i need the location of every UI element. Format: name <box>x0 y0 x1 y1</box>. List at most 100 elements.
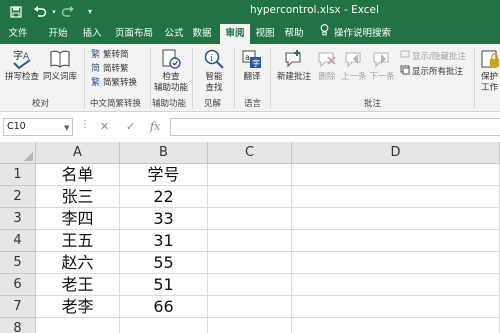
translate-icon: a字 <box>241 48 263 70</box>
svg-text:字: 字 <box>252 58 260 68</box>
cell-b5[interactable]: 55 <box>120 252 208 274</box>
group-label-language: 语言 <box>244 99 262 109</box>
tab-view[interactable]: 视图 <box>252 24 278 44</box>
tab-data[interactable]: 数据 <box>188 24 216 44</box>
tab-home[interactable]: 开始 <box>44 24 72 44</box>
row-header[interactable]: 8 <box>0 318 36 333</box>
row-header[interactable]: 5 <box>0 252 36 274</box>
cell-d8[interactable] <box>292 318 500 333</box>
insert-function-icon[interactable]: fx <box>150 120 160 133</box>
svg-text:a: a <box>245 53 250 62</box>
tab-page-layout[interactable]: 页面布局 <box>110 24 158 44</box>
tab-file[interactable]: 文件 <box>4 24 32 44</box>
cell-d7[interactable] <box>292 296 500 318</box>
row-header[interactable]: 4 <box>0 230 36 252</box>
row-header[interactable]: 1 <box>0 164 36 186</box>
tell-me-label: 操作说明搜索 <box>334 28 392 39</box>
column-header-a[interactable]: A <box>36 142 120 164</box>
new-comment-button[interactable]: 新建批注 <box>274 48 314 94</box>
show-hide-comment-icon <box>400 50 410 60</box>
column-header-b[interactable]: B <box>120 142 208 164</box>
column-header-c[interactable]: C <box>208 142 292 164</box>
tab-formulas[interactable]: 公式 <box>160 24 188 44</box>
cell-c3[interactable] <box>208 208 292 230</box>
name-box-dropdown-icon[interactable]: ▼ <box>64 124 69 132</box>
cell-b2[interactable]: 22 <box>120 186 208 208</box>
group-divider <box>270 48 271 108</box>
cell-d3[interactable] <box>292 208 500 230</box>
cell-a3[interactable]: 李四 <box>36 208 120 230</box>
cell-d6[interactable] <box>292 274 500 296</box>
column-header-d[interactable]: D <box>292 142 500 164</box>
cell-a7[interactable]: 老李 <box>36 296 120 318</box>
select-all-button[interactable] <box>0 142 36 164</box>
cell-b8[interactable] <box>120 318 208 333</box>
delete-comment-icon <box>316 48 338 70</box>
show-hide-comment-button: 显示/隐藏批注 <box>400 50 466 62</box>
row-header[interactable]: 2 <box>0 186 36 208</box>
cell-a1[interactable]: 名单 <box>36 164 120 186</box>
show-all-comments-button[interactable]: 显示所有批注 <box>400 65 463 77</box>
previous-comment-button: 上一条 <box>340 48 368 94</box>
accessibility-check-icon <box>160 48 182 70</box>
cell-a8[interactable] <box>36 318 120 333</box>
row-header[interactable]: 6 <box>0 274 36 296</box>
to-simplified-button[interactable]: 繁繁转简 <box>91 48 129 60</box>
customize-qat-icon[interactable]: ▾ <box>82 4 98 20</box>
row-header[interactable]: 3 <box>0 208 36 230</box>
window-title: hypercontrol.xlsx - Excel <box>250 4 379 16</box>
cell-b4[interactable]: 31 <box>120 230 208 252</box>
cell-c7[interactable] <box>208 296 292 318</box>
check-accessibility-button[interactable]: 检查 辅助功能 <box>152 48 190 94</box>
convert-button[interactable]: 繁简繁转换 <box>91 76 137 88</box>
tell-me-search[interactable]: 操作说明搜索 <box>318 24 391 44</box>
formula-input[interactable] <box>170 118 500 136</box>
cell-c4[interactable] <box>208 230 292 252</box>
save-icon[interactable] <box>8 4 24 20</box>
select-all-triangle-icon <box>24 152 33 161</box>
cell-b7[interactable]: 66 <box>120 296 208 318</box>
cell-d5[interactable] <box>292 252 500 274</box>
redo-icon[interactable] <box>60 4 76 20</box>
cell-a2[interactable]: 张三 <box>36 186 120 208</box>
cell-c5[interactable] <box>208 252 292 274</box>
cell-c8[interactable] <box>208 318 292 333</box>
cell-c2[interactable] <box>208 186 292 208</box>
cell-d2[interactable] <box>292 186 500 208</box>
formula-bar-options-icon[interactable]: ⋮ <box>80 119 90 130</box>
cell-b6[interactable]: 51 <box>120 274 208 296</box>
cell-c6[interactable] <box>208 274 292 296</box>
protect-sheet-icon <box>480 48 500 70</box>
translate-button[interactable]: a字 翻译 <box>238 48 266 94</box>
group-label-chinese-conversion: 中文简繁转换 <box>90 99 142 109</box>
svg-text:i: i <box>210 54 213 64</box>
group-label-insights: 见解 <box>204 99 222 109</box>
tab-insert[interactable]: 插入 <box>78 24 106 44</box>
group-divider <box>192 48 193 108</box>
cell-a5[interactable]: 赵六 <box>36 252 120 274</box>
cell-a4[interactable]: 王五 <box>36 230 120 252</box>
cell-a6[interactable]: 老王 <box>36 274 120 296</box>
thesaurus-button[interactable]: 同义词库 <box>40 48 80 94</box>
tab-help[interactable]: 帮助 <box>280 24 308 44</box>
cell-d4[interactable] <box>292 230 500 252</box>
cell-b1[interactable]: 学号 <box>120 164 208 186</box>
cell-b3[interactable]: 33 <box>120 208 208 230</box>
book-icon <box>49 48 71 70</box>
next-comment-button: 下一条 <box>368 48 396 94</box>
row-header[interactable]: 7 <box>0 296 36 318</box>
protect-sheet-button[interactable]: 保护 工作 <box>478 48 500 94</box>
name-box[interactable]: C10 <box>3 118 73 136</box>
cancel-icon[interactable]: ✕ <box>100 120 109 133</box>
menu-bar: 文件 开始 插入 页面布局 公式 数据 审阅 视图 帮助 操作说明搜索 <box>0 24 500 44</box>
smart-lookup-button[interactable]: i 智能 查找 <box>196 48 232 94</box>
ribbon: 字A 拼写检查 同义词库 校对 繁繁转简 简简转繁 繁简繁转换 中文简繁转换 检… <box>0 44 500 112</box>
lightbulb-icon <box>318 24 330 44</box>
cell-c1[interactable] <box>208 164 292 186</box>
tab-review[interactable]: 审阅 <box>220 24 250 44</box>
enter-icon[interactable]: ✓ <box>126 120 135 133</box>
cell-d1[interactable] <box>292 164 500 186</box>
to-traditional-button[interactable]: 简简转繁 <box>91 62 129 74</box>
spell-check-button[interactable]: 字A 拼写检查 <box>4 48 40 94</box>
title-bar: ▾ ▾ hypercontrol.xlsx - Excel <box>0 0 500 24</box>
